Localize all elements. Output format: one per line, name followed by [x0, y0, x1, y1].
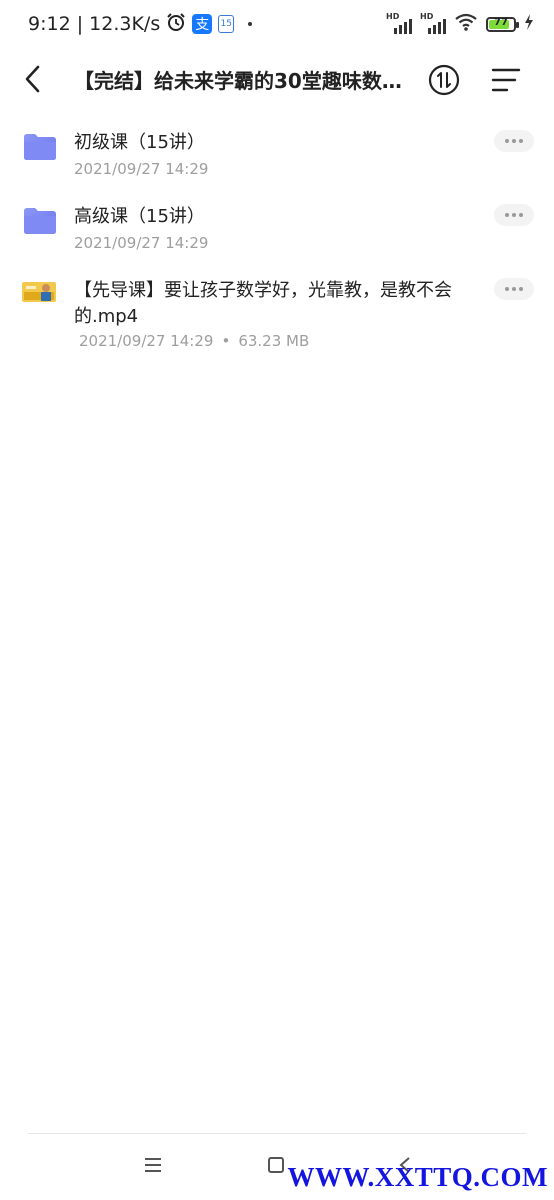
nav-divider	[28, 1133, 526, 1134]
list-item[interactable]: 【先导课】要让孩子数学好，光靠教，是教不会的.mp4 2021/09/27 14…	[0, 266, 554, 370]
header: 【完结】给未来学霸的30堂趣味数学课	[0, 48, 554, 110]
more-options-button[interactable]	[494, 278, 534, 300]
recent-apps-button[interactable]	[144, 1156, 162, 1174]
sort-arrows-icon	[428, 64, 460, 96]
list-item[interactable]: 高级课（15讲） 2021/09/27 14:29	[0, 192, 554, 266]
list-menu-icon	[491, 68, 521, 92]
meta-separator: •	[221, 332, 231, 350]
home-button[interactable]	[268, 1157, 284, 1173]
file-date: 2021/09/27 14:29	[79, 332, 214, 350]
signal-icon-2: HD	[420, 12, 446, 34]
calendar-icon: 15	[218, 15, 235, 33]
status-left: 9:12 | 12.3K/s 支 15	[28, 12, 253, 37]
menu-button[interactable]	[490, 64, 522, 96]
alipay-icon: 支	[192, 14, 213, 34]
file-list: 初级课（15讲） 2021/09/27 14:29 高级课（15讲） 2021/…	[0, 118, 554, 370]
notification-dot-icon	[248, 22, 253, 26]
back-button[interactable]	[18, 60, 48, 98]
chevron-left-icon	[25, 65, 40, 93]
file-date: 2021/09/27 14:29	[74, 234, 209, 252]
file-date: 2021/09/27 14:29	[74, 160, 209, 178]
page-title: 【完结】给未来学霸的30堂趣味数学课	[74, 69, 410, 93]
video-thumbnail-icon	[22, 282, 56, 302]
battery-icon: 77	[486, 16, 519, 32]
folder-icon	[24, 134, 56, 160]
menu-lines-icon	[145, 1158, 161, 1172]
more-options-button[interactable]	[494, 204, 534, 226]
charging-icon	[524, 14, 534, 34]
list-item[interactable]: 初级课（15讲） 2021/09/27 14:29	[0, 118, 554, 192]
sort-button[interactable]	[428, 64, 460, 96]
more-options-button[interactable]	[494, 130, 534, 152]
status-bar: 9:12 | 12.3K/s 支 15 HD HD 77	[0, 0, 554, 48]
file-name: 【先导课】要让孩子数学好，光靠教，是教不会的.mp4	[74, 280, 452, 327]
watermark: WWW.XXTTQ.COM	[287, 1162, 548, 1192]
signal-icon: HD	[386, 12, 412, 34]
file-meta: 2021/09/27 14:29 • 63.23 MB	[79, 332, 309, 350]
file-name: 高级课（15讲）	[74, 206, 205, 227]
alarm-clock-icon	[166, 12, 186, 37]
file-name: 初级课（15讲）	[74, 132, 205, 153]
file-size: 63.23 MB	[238, 332, 310, 350]
wifi-icon	[454, 12, 478, 36]
time-speed: 9:12 | 12.3K/s	[28, 13, 161, 35]
status-right: HD HD 77	[386, 12, 534, 36]
folder-icon	[24, 208, 56, 234]
